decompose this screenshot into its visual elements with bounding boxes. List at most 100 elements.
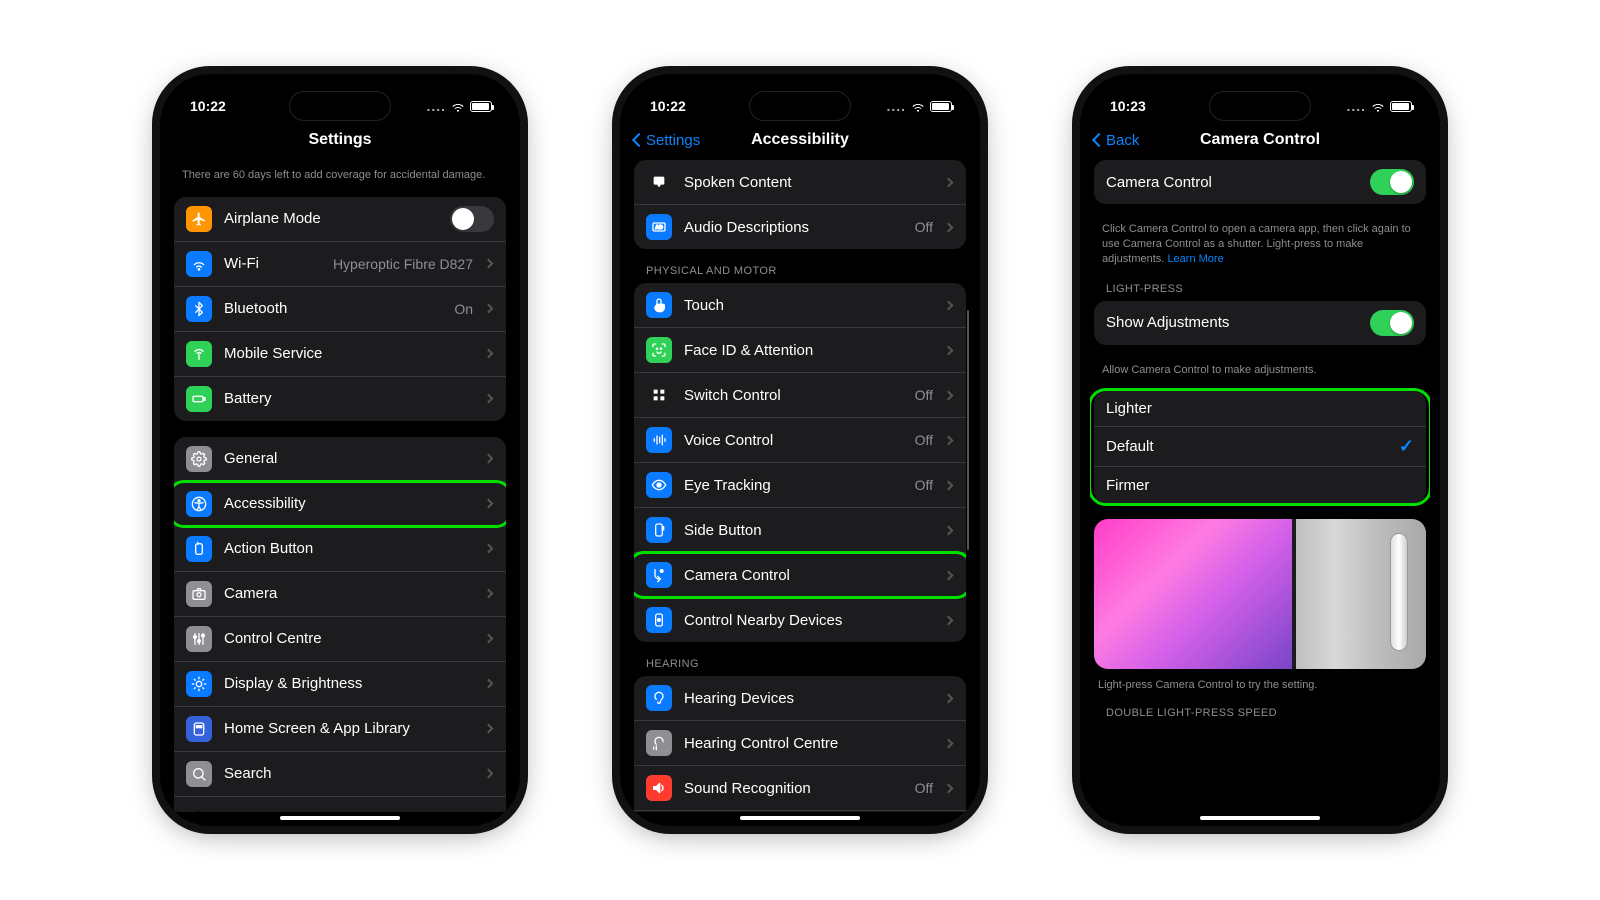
sound-icon	[646, 775, 672, 801]
switch-icon	[646, 382, 672, 408]
row-battery[interactable]: Battery	[174, 377, 506, 421]
battery-icon	[930, 101, 952, 112]
row-sound-recognition[interactable]: Sound RecognitionOff	[634, 766, 966, 811]
battery-icon	[186, 386, 212, 412]
row-switch-control[interactable]: Switch ControlOff	[634, 373, 966, 418]
row-camera[interactable]: Camera	[174, 572, 506, 617]
label: Hearing Devices	[684, 690, 933, 707]
back-label: Back	[1106, 132, 1139, 149]
phone-accessibility: 10:22 Settings Accessibility Spoken Cont…	[620, 74, 980, 826]
row-bluetooth[interactable]: Bluetooth On	[174, 287, 506, 332]
row-accessibility[interactable]: Accessibility	[174, 482, 506, 527]
bluetooth-icon	[186, 296, 212, 322]
row-show-adjustments[interactable]: Show Adjustments	[1094, 301, 1426, 345]
row-voice-control[interactable]: Voice Control Off	[634, 418, 966, 463]
show-adjustments-toggle[interactable]	[1370, 310, 1414, 336]
cellular-icon	[886, 98, 906, 114]
row-audio-visual[interactable]: Audio & Visual	[634, 811, 966, 812]
value: Off	[915, 780, 933, 796]
row-control-centre[interactable]: Control Centre	[174, 617, 506, 662]
row-audio-descriptions[interactable]: ADAudio DescriptionsOff	[634, 205, 966, 249]
row-mobile-service[interactable]: Mobile Service	[174, 332, 506, 377]
row-display-brightness[interactable]: Display & Brightness	[174, 662, 506, 707]
row-lighter[interactable]: Lighter	[1094, 391, 1426, 427]
group-camera-control-toggle: Camera Control	[1094, 160, 1426, 204]
row-spoken-content[interactable]: Spoken Content	[634, 160, 966, 205]
row-control-nearby-devices[interactable]: Control Nearby Devices	[634, 598, 966, 642]
row-siri[interactable]: Siri	[174, 797, 506, 812]
row-search[interactable]: Search	[174, 752, 506, 797]
row-side-button[interactable]: Side Button	[634, 508, 966, 553]
chevron-right-icon	[484, 454, 494, 464]
label: Control Centre	[224, 630, 473, 647]
phone-camera-control: 10:23 Back Camera Control Camera Control…	[1080, 74, 1440, 826]
nav-bar: Settings Accessibility	[620, 120, 980, 160]
row-camera-control[interactable]: Camera Control	[634, 553, 966, 598]
chevron-left-icon	[632, 133, 646, 147]
label: General	[224, 450, 473, 467]
value: Off	[915, 432, 933, 448]
learn-more-link[interactable]: Learn More	[1167, 253, 1223, 265]
row-wi-fi[interactable]: Wi-FiHyperoptic Fibre D827	[174, 242, 506, 287]
battery-icon	[470, 101, 492, 112]
settings-list[interactable]: There are 60 days left to add coverage f…	[170, 160, 510, 812]
row-camera-control[interactable]: Camera Control	[1094, 160, 1426, 204]
label: Mobile Service	[224, 345, 473, 362]
row-airplane-mode[interactable]: Airplane Mode	[174, 197, 506, 242]
ear-icon	[646, 685, 672, 711]
value: Off	[915, 477, 933, 493]
camera-control-list[interactable]: Camera Control Click Camera Control to o…	[1090, 160, 1430, 812]
group-vision-cont: Spoken ContentADAudio DescriptionsOff	[634, 160, 966, 249]
back-label: Settings	[646, 132, 700, 149]
row-touch[interactable]: Touch	[634, 283, 966, 328]
wifi-icon	[186, 251, 212, 277]
search-icon	[186, 761, 212, 787]
chevron-right-icon	[484, 724, 494, 734]
wifi-icon	[1370, 100, 1386, 112]
nav-bar: Settings	[160, 120, 520, 160]
faceid-icon	[646, 337, 672, 363]
row-default[interactable]: Default✓	[1094, 427, 1426, 467]
back-button[interactable]: Back	[1094, 132, 1139, 149]
label: Voice Control	[684, 432, 903, 449]
chevron-right-icon	[484, 349, 494, 359]
row-home-screen-app-library[interactable]: Home Screen & App Library	[174, 707, 506, 752]
touch-icon	[646, 292, 672, 318]
label: Audio Descriptions	[684, 219, 903, 236]
label: Bluetooth	[224, 300, 442, 317]
label: Show Adjustments	[1106, 314, 1358, 331]
scrollbar[interactable]	[967, 310, 969, 550]
chevron-right-icon	[944, 738, 954, 748]
home-indicator[interactable]	[740, 816, 860, 820]
row-action-button[interactable]: Action Button	[174, 527, 506, 572]
back-button[interactable]: Settings	[634, 132, 700, 149]
label: Control Nearby Devices	[684, 612, 933, 629]
row-hearing-control-centre[interactable]: Hearing Control Centre	[634, 721, 966, 766]
side-icon	[646, 517, 672, 543]
chevron-right-icon	[944, 390, 954, 400]
row-general[interactable]: General	[174, 437, 506, 482]
camera-control-toggle[interactable]	[1370, 169, 1414, 195]
row-hearing-devices[interactable]: Hearing Devices	[634, 676, 966, 721]
chevron-right-icon	[944, 783, 954, 793]
row-face-id-attention[interactable]: Face ID & Attention	[634, 328, 966, 373]
chevron-right-icon	[484, 259, 494, 269]
chevron-right-icon	[944, 480, 954, 490]
home-indicator[interactable]	[1200, 816, 1320, 820]
row-eye-tracking[interactable]: Eye TrackingOff	[634, 463, 966, 508]
camera-control-button-graphic	[1390, 533, 1408, 651]
label: Spoken Content	[684, 174, 933, 191]
page-title: Settings	[308, 131, 371, 149]
section-header-physical: Physical and Motor	[630, 265, 970, 283]
label: Hearing Control Centre	[684, 735, 933, 752]
toggle[interactable]	[450, 206, 494, 232]
svg-text:AD: AD	[655, 225, 663, 231]
chevron-right-icon	[944, 222, 954, 232]
accessibility-list[interactable]: Spoken Content AD Audio Descriptions Off Ph…	[630, 160, 970, 812]
group-physical-motor: TouchFace ID & AttentionSwitch ControlOf…	[634, 283, 966, 642]
chevron-left-icon	[1092, 133, 1106, 147]
accessibility-icon	[186, 491, 212, 517]
row-firmer[interactable]: Firmer	[1094, 467, 1426, 503]
value: On	[454, 301, 473, 317]
home-indicator[interactable]	[280, 816, 400, 820]
